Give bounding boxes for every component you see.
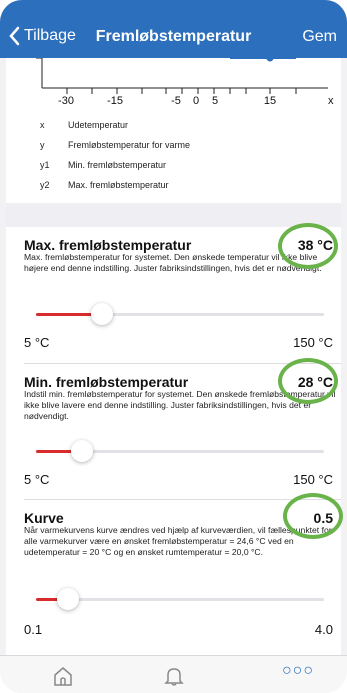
legend-row: y Fremløbstemperatur for varme (40, 135, 190, 155)
legend-label: Max. fremløbstemperatur (68, 180, 169, 190)
slider-min-label: 5 °C (24, 472, 50, 487)
slider-min-label: 5 °C (24, 335, 50, 350)
tab-more[interactable]: ○○○ (282, 662, 314, 684)
legend-key: y (40, 140, 45, 150)
max-temperature-slider[interactable] (36, 303, 324, 325)
x-tick-label: -5 (171, 95, 181, 107)
legend-key: x (40, 120, 45, 130)
legend-key: y1 (40, 160, 50, 170)
setting-title: Max. fremløbstemperatur (24, 237, 192, 253)
setting-title: Min. fremløbstemperatur (24, 374, 189, 390)
legend-label: Fremløbstemperatur for varme (68, 140, 191, 150)
x-tick-label: -15 (107, 95, 123, 107)
legend-label: Min. fremløbstemperatur (68, 160, 167, 170)
settings-list: Max. fremløbstemperatur 38 °C Max. freml… (6, 223, 343, 655)
home-icon (54, 667, 72, 686)
save-button[interactable]: Gem (302, 28, 337, 46)
page-title: Fremløbstemperatur (95, 28, 252, 45)
bell-icon (164, 668, 184, 686)
slider-min-label: 0.1 (24, 622, 43, 637)
legend-row: x Udetemperatur (40, 115, 190, 135)
more-icon: ○○○ (282, 662, 314, 679)
curve-slider[interactable] (36, 588, 324, 610)
value-highlight-circle (278, 358, 338, 404)
x-tick-label: 15 (263, 95, 277, 107)
value-highlight-circle (278, 223, 338, 269)
legend-key: y2 (40, 180, 50, 190)
x-axis-label: x (328, 95, 334, 107)
value-highlight-circle (283, 493, 343, 539)
curve-point (266, 58, 274, 62)
slider-thumb[interactable] (71, 440, 94, 462)
setting-title: Kurve (24, 510, 64, 526)
legend-row: y2 Max. fremløbstemperatur (40, 175, 190, 195)
slider-thumb[interactable] (56, 588, 79, 610)
navigation-bar: Tilbage Fremløbstemperatur Gem (0, 0, 347, 58)
legend-row: y1 Min. fremløbstemperatur (40, 155, 190, 175)
slider-max-label: 4.0 (314, 622, 333, 637)
x-tick-label: 0 (192, 95, 200, 107)
section-separator (6, 203, 341, 227)
graph-legend: x Udetemperatur y Fremløbstemperatur for v… (40, 115, 190, 195)
tab-notifications[interactable] (163, 665, 187, 687)
x-tick-label: -30 (58, 95, 74, 107)
legend-label: Udetemperatur (68, 120, 129, 130)
phone-screen: Tilbage Fremløbstemperatur Gem -30 -15 -… (0, 0, 347, 693)
x-tick-label: 5 (211, 95, 219, 107)
tab-bar: ○○○ (0, 655, 347, 693)
slider-thumb[interactable] (91, 303, 114, 325)
slider-max-label: 150 °C (293, 472, 333, 487)
heating-curve-graph: -30 -15 -5 0 5 15 x x Udetemperatur y Frem… (6, 58, 341, 203)
min-temperature-slider[interactable] (36, 440, 324, 462)
tab-home[interactable] (52, 665, 76, 687)
slider-max-label: 150 °C (293, 335, 333, 350)
